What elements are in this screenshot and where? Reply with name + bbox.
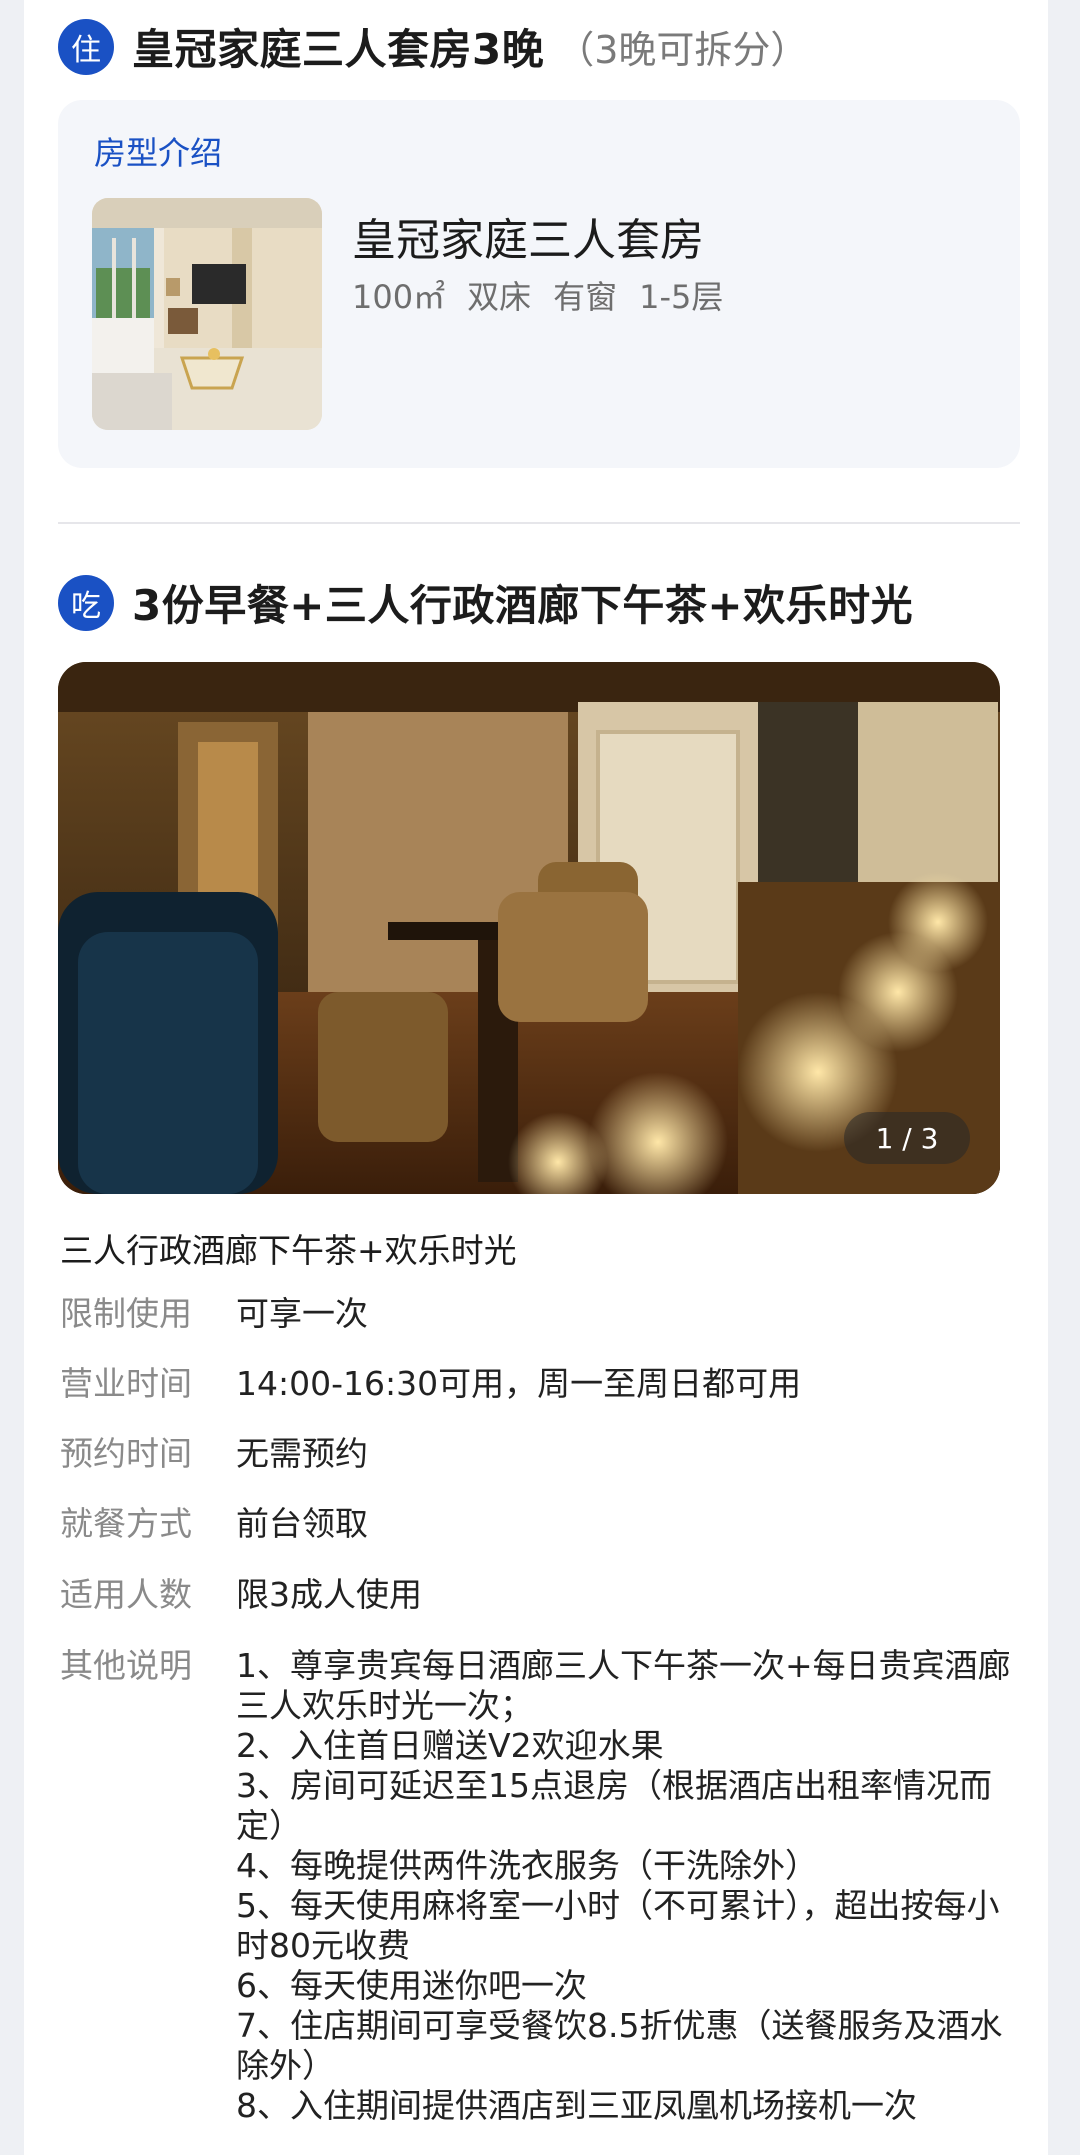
info-row-business-hours: 营业时间 14:00-16:30可用，周一至周日都可用	[60, 1364, 1026, 1404]
note-item: 3、房间可延迟至15点退房（根据酒店出租率情况而定）	[236, 1766, 992, 1845]
room-floor: 1-5层	[639, 278, 724, 316]
section-divider	[58, 522, 1020, 524]
room-type-label: 房型介绍	[94, 134, 223, 172]
room-photo-image	[92, 198, 322, 430]
stay-title: 皇冠家庭三人套房3晚	[132, 25, 545, 74]
lounge-photo-carousel[interactable]: 1 / 3	[58, 662, 1000, 1194]
info-row-usage-limit: 限制使用 可享一次	[60, 1294, 1026, 1334]
dining-title: 3份早餐+三人行政酒廊下午茶+欢乐时光	[132, 581, 914, 630]
info-label: 营业时间	[60, 1364, 192, 1403]
notes-list: 1、尊享贵宾每日酒廊三人下午茶一次+每日贵宾酒廊三人欢乐时光一次； 2、入住首日…	[236, 1646, 1026, 2126]
note-item: 7、住店期间可享受餐饮8.5折优惠（送餐服务及酒水除外）	[236, 2006, 1003, 2085]
info-row-dining-method: 就餐方式 前台领取	[60, 1504, 1026, 1544]
info-row-party-size: 适用人数 限3成人使用	[60, 1575, 1026, 1615]
note-item: 8、入住期间提供酒店到三亚凤凰机场接机一次	[236, 2086, 917, 2125]
room-name: 皇冠家庭三人套房	[352, 215, 704, 266]
room-area: 100㎡	[352, 278, 446, 316]
page: 住 皇冠家庭三人套房3晚 （3晚可拆分） 房型介绍 皇冠家庭三人套房 100㎡ …	[24, 0, 1048, 2155]
room-bed-type: 双床	[467, 278, 532, 316]
info-label: 其他说明	[60, 1646, 192, 1685]
info-value: 可享一次	[236, 1294, 368, 1333]
room-specs: 100㎡ 双床 有窗 1-5层	[352, 272, 723, 318]
info-label: 就餐方式	[60, 1504, 192, 1543]
stay-note: （3晚可拆分）	[556, 28, 809, 72]
info-label: 适用人数	[60, 1575, 192, 1614]
note-item: 4、每晚提供两件洗衣服务（干洗除外）	[236, 1846, 818, 1885]
info-value: 前台领取	[236, 1504, 368, 1543]
info-value: 限3成人使用	[236, 1575, 422, 1614]
info-value: 无需预约	[236, 1434, 368, 1473]
note-item: 1、尊享贵宾每日酒廊三人下午茶一次+每日贵宾酒廊三人欢乐时光一次；	[236, 1646, 1011, 1725]
info-label: 限制使用	[60, 1294, 192, 1333]
stay-section-header: 住 皇冠家庭三人套房3晚 （3晚可拆分）	[58, 16, 808, 77]
info-row-other-notes: 其他说明 1、尊享贵宾每日酒廊三人下午茶一次+每日贵宾酒廊三人欢乐时光一次； 2…	[60, 1646, 1026, 2126]
note-item: 5、每天使用麻将室一小时（不可累计），超出按每小时80元收费	[236, 1886, 1000, 1965]
room-window: 有窗	[553, 278, 618, 316]
image-counter: 1 / 3	[844, 1112, 970, 1164]
info-label: 预约时间	[60, 1434, 192, 1473]
package-detail-title: 三人行政酒廊下午茶+欢乐时光	[60, 1231, 517, 1270]
dining-section-header: 吃 3份早餐+三人行政酒廊下午茶+欢乐时光	[58, 572, 913, 633]
room-photo[interactable]	[92, 198, 322, 430]
note-item: 6、每天使用迷你吧一次	[236, 1966, 587, 2005]
note-item: 2、入住首日赠送V2欢迎水果	[236, 1726, 664, 1765]
dining-badge: 吃	[58, 574, 114, 631]
room-type-card[interactable]: 房型介绍 皇冠家庭三人套房 100㎡ 双床 有窗 1-5层	[58, 100, 1020, 468]
stay-badge: 住	[58, 18, 114, 75]
info-value: 14:00-16:30可用，周一至周日都可用	[236, 1364, 802, 1403]
info-row-reservation: 预约时间 无需预约	[60, 1434, 1026, 1474]
